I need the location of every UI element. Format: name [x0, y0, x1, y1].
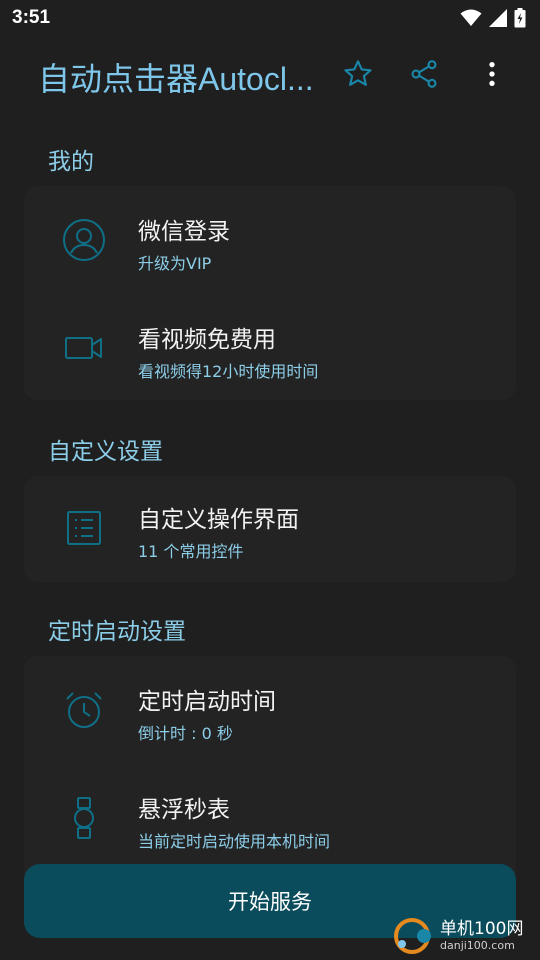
list-item-title: 悬浮秒表 [138, 797, 230, 823]
account-circle-icon [60, 216, 108, 264]
more-options-button[interactable] [474, 56, 510, 92]
list-item-subtitle: 升级为VIP [138, 254, 212, 273]
more-vert-icon [489, 62, 495, 86]
status-bar: 3:51 [0, 0, 540, 36]
list-item-wechat-login[interactable]: 微信登录 升级为VIP [24, 190, 516, 290]
list-item-title: 定时启动时间 [138, 689, 276, 715]
list-item-subtitle: 11 个常用控件 [138, 542, 244, 561]
list-item-watch-video[interactable]: 看视频免费用 看视频得12小时使用时间 [24, 298, 516, 398]
app-bar: 自动点击器Autocl... [0, 36, 540, 114]
list-item-floating-stopwatch[interactable]: 悬浮秒表 当前定时启动使用本机时间 [24, 768, 516, 868]
card-mine: 微信登录 升级为VIP 看视频免费用 看视频得12小时使用时间 [24, 186, 516, 400]
list-item-timer-start[interactable]: 定时启动时间 倒计时 : 0 秒 [24, 660, 516, 760]
list-item-subtitle: 倒计时 : 0 秒 [138, 724, 233, 743]
list-icon [60, 504, 108, 552]
status-icons [460, 8, 526, 28]
section-header-mine: 我的 [48, 149, 94, 175]
section-header-timer: 定时启动设置 [48, 619, 186, 645]
watermark: 单机100网 danji100.com [390, 912, 540, 960]
list-item-title: 看视频免费用 [138, 327, 276, 353]
list-item-subtitle: 看视频得12小时使用时间 [138, 362, 319, 381]
section-header-custom: 自定义设置 [48, 439, 163, 465]
watermark-url: danji100.com [440, 939, 515, 952]
video-camera-icon [60, 324, 108, 372]
share-button[interactable] [406, 56, 442, 92]
card-custom: 自定义操作界面 11 个常用控件 [24, 476, 516, 582]
list-item-title: 自定义操作界面 [138, 507, 299, 533]
favorite-button[interactable] [340, 56, 376, 92]
alarm-clock-icon [60, 686, 108, 734]
signal-icon [489, 9, 507, 27]
watermark-logo-icon [394, 918, 431, 954]
app-title: 自动点击器Autocl... [38, 61, 314, 97]
card-timer: 定时启动时间 倒计时 : 0 秒 悬浮秒表 当前定时启动使用本机时间 [24, 656, 516, 886]
watch-icon [60, 794, 108, 842]
battery-charging-icon [514, 8, 526, 28]
status-time: 3:51 [12, 7, 51, 28]
wifi-icon [460, 9, 482, 26]
list-item-title: 微信登录 [138, 219, 230, 245]
star-icon [344, 60, 372, 86]
share-icon [411, 60, 437, 88]
list-item-subtitle: 当前定时启动使用本机时间 [138, 832, 331, 851]
watermark-name: 单机100网 [440, 919, 524, 939]
list-item-custom-ui[interactable]: 自定义操作界面 11 个常用控件 [24, 478, 516, 578]
